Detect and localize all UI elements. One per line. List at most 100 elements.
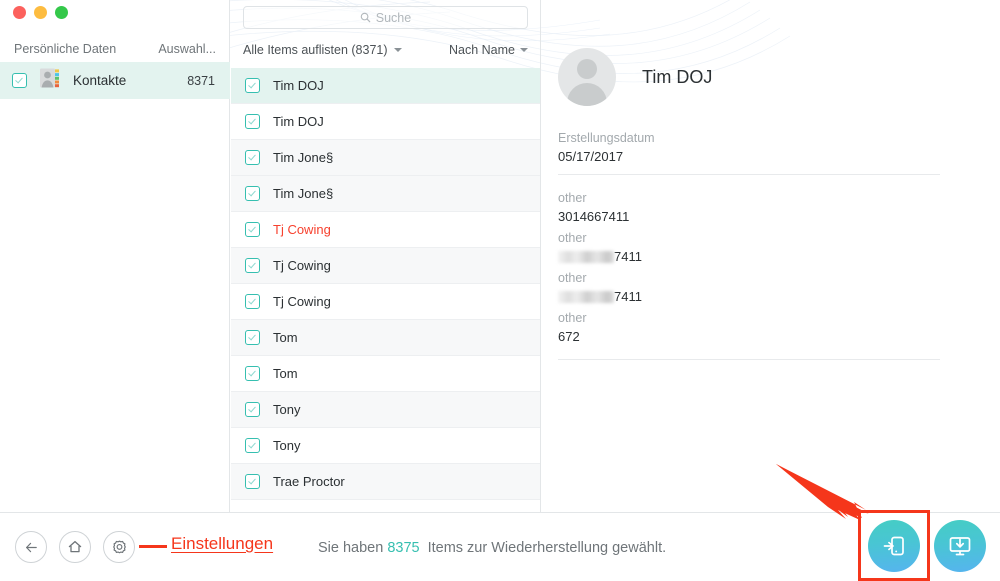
recover-to-computer-button[interactable]: [934, 520, 986, 572]
status-prefix: Sie haben: [318, 539, 384, 556]
detail-header: Tim DOJ: [558, 48, 712, 106]
sidebar: Persönliche Daten Auswahl... Kontakte 83…: [0, 0, 230, 512]
contact-rows: Tim DOJ Tim DOJ Tim Jone§ Tim Jone§ Tj C…: [231, 68, 540, 505]
table-row[interactable]: Tj Cowing: [231, 212, 540, 248]
sidebar-item-label: Kontakte: [73, 73, 127, 88]
created-date-value: 05/17/2017: [558, 149, 624, 164]
status-count: 8375: [387, 539, 420, 556]
zoom-window-button[interactable]: [55, 6, 68, 19]
search-icon: [360, 12, 371, 23]
field-other-2: other 7411: [558, 229, 940, 267]
redacted-block: [558, 251, 614, 263]
home-button[interactable]: [59, 531, 91, 563]
row-name: Tim DOJ: [273, 78, 324, 93]
row-name: Tim Jone§: [273, 150, 334, 165]
avatar: [558, 48, 616, 106]
field-value-redacted: 7411: [558, 287, 940, 307]
table-row[interactable]: Tony: [231, 428, 540, 464]
row-checkbox[interactable]: [245, 366, 260, 381]
row-name: Tj Cowing: [273, 294, 331, 309]
field-other-1: other 3014667411: [558, 189, 940, 227]
table-row[interactable]: Tom: [231, 356, 540, 392]
field-other-4: other 672: [558, 309, 940, 347]
sidebar-header-selection: Auswahl...: [158, 42, 216, 56]
table-row[interactable]: Tim Jone§: [231, 176, 540, 212]
row-checkbox[interactable]: [245, 150, 260, 165]
created-date-block: Erstellungsdatum 05/17/2017: [558, 129, 940, 167]
divider: [558, 359, 940, 360]
search-field-wrapper: Suche: [243, 6, 528, 29]
row-checkbox[interactable]: [245, 114, 260, 129]
sidebar-header-personal-data: Persönliche Daten: [14, 42, 117, 56]
row-checkbox[interactable]: [245, 258, 260, 273]
chevron-down-icon: [393, 48, 402, 52]
field-label: other: [558, 311, 587, 325]
phone-restore-icon: [883, 536, 904, 556]
sidebar-header: Persönliche Daten Auswahl...: [0, 36, 230, 62]
contact-list-panel: Suche Alle Items auflisten (8371) Nach N…: [231, 0, 541, 512]
search-input[interactable]: Suche: [243, 6, 528, 29]
app-window: Persönliche Daten Auswahl... Kontakte 83…: [0, 0, 1000, 581]
table-row[interactable]: Tj Cowing: [231, 284, 540, 320]
field-label: other: [558, 231, 587, 245]
close-window-button[interactable]: [13, 6, 26, 19]
person-placeholder-body: [567, 83, 607, 106]
arrow-left-icon: [25, 542, 37, 552]
table-row[interactable]: Tj Cowing: [231, 248, 540, 284]
redacted-block: [558, 291, 614, 303]
table-row[interactable]: Tom: [231, 320, 540, 356]
row-name: Tony: [273, 402, 301, 417]
annotation-settings-label: Einstellungen: [171, 534, 274, 553]
table-row[interactable]: Tim DOJ: [231, 104, 540, 140]
window-traffic-lights: [13, 6, 68, 19]
settings-button[interactable]: [103, 531, 135, 563]
sidebar-item-kontakte[interactable]: Kontakte 8371: [0, 62, 230, 99]
row-name: Tim DOJ: [273, 114, 324, 129]
sidebar-item-count: 8371: [187, 73, 215, 88]
table-row[interactable]: Tim DOJ: [231, 68, 540, 104]
row-name: Tom: [273, 330, 298, 345]
sidebar-item-checkbox[interactable]: [12, 73, 27, 88]
divider: [558, 174, 940, 175]
contacts-icon: [39, 67, 61, 94]
field-other-3: other 7411: [558, 269, 940, 307]
annotation-connector-line: [139, 545, 167, 548]
row-checkbox[interactable]: [245, 474, 260, 489]
search-placeholder: Suche: [375, 10, 412, 25]
row-checkbox[interactable]: [245, 222, 260, 237]
table-row[interactable]: Tony: [231, 392, 540, 428]
row-name: Tj Cowing: [273, 222, 331, 237]
row-checkbox[interactable]: [245, 402, 260, 417]
filter-dropdown[interactable]: Alle Items auflisten (8371): [243, 43, 402, 57]
field-value: 7411: [614, 289, 642, 304]
row-name: Tom: [273, 366, 298, 381]
person-placeholder-icon: [577, 59, 597, 79]
row-name: Tj Cowing: [273, 258, 331, 273]
sort-dropdown[interactable]: Nach Name: [449, 43, 528, 57]
minimize-window-button[interactable]: [34, 6, 47, 19]
gear-icon: [112, 540, 126, 553]
row-checkbox[interactable]: [245, 330, 260, 345]
row-name: Trae Proctor: [273, 474, 345, 489]
created-date-label: Erstellungsdatum: [558, 131, 655, 145]
row-name: Tim Jone§: [273, 186, 334, 201]
table-row[interactable]: Trae Proctor: [231, 464, 540, 500]
status-text: Sie haben 8375 Items zur Wiederherstellu…: [318, 513, 666, 581]
row-checkbox[interactable]: [245, 78, 260, 93]
row-checkbox[interactable]: [245, 438, 260, 453]
row-name: Tony: [273, 438, 301, 453]
back-button[interactable]: [15, 531, 47, 563]
computer-download-icon: [949, 537, 971, 556]
home-icon: [68, 540, 82, 553]
chevron-down-icon: [520, 48, 528, 52]
contact-detail-panel: Tim DOJ Erstellungsdatum 05/17/2017 othe…: [542, 0, 1000, 512]
field-label: other: [558, 191, 587, 205]
field-label: other: [558, 271, 587, 285]
restore-to-device-button[interactable]: [868, 520, 920, 572]
table-row[interactable]: Tim Jone§: [231, 140, 540, 176]
sort-dropdown-label: Nach Name: [449, 43, 515, 57]
field-value: 3014667411: [558, 209, 630, 224]
row-checkbox[interactable]: [245, 294, 260, 309]
row-checkbox[interactable]: [245, 186, 260, 201]
detail-contact-name: Tim DOJ: [642, 66, 713, 87]
